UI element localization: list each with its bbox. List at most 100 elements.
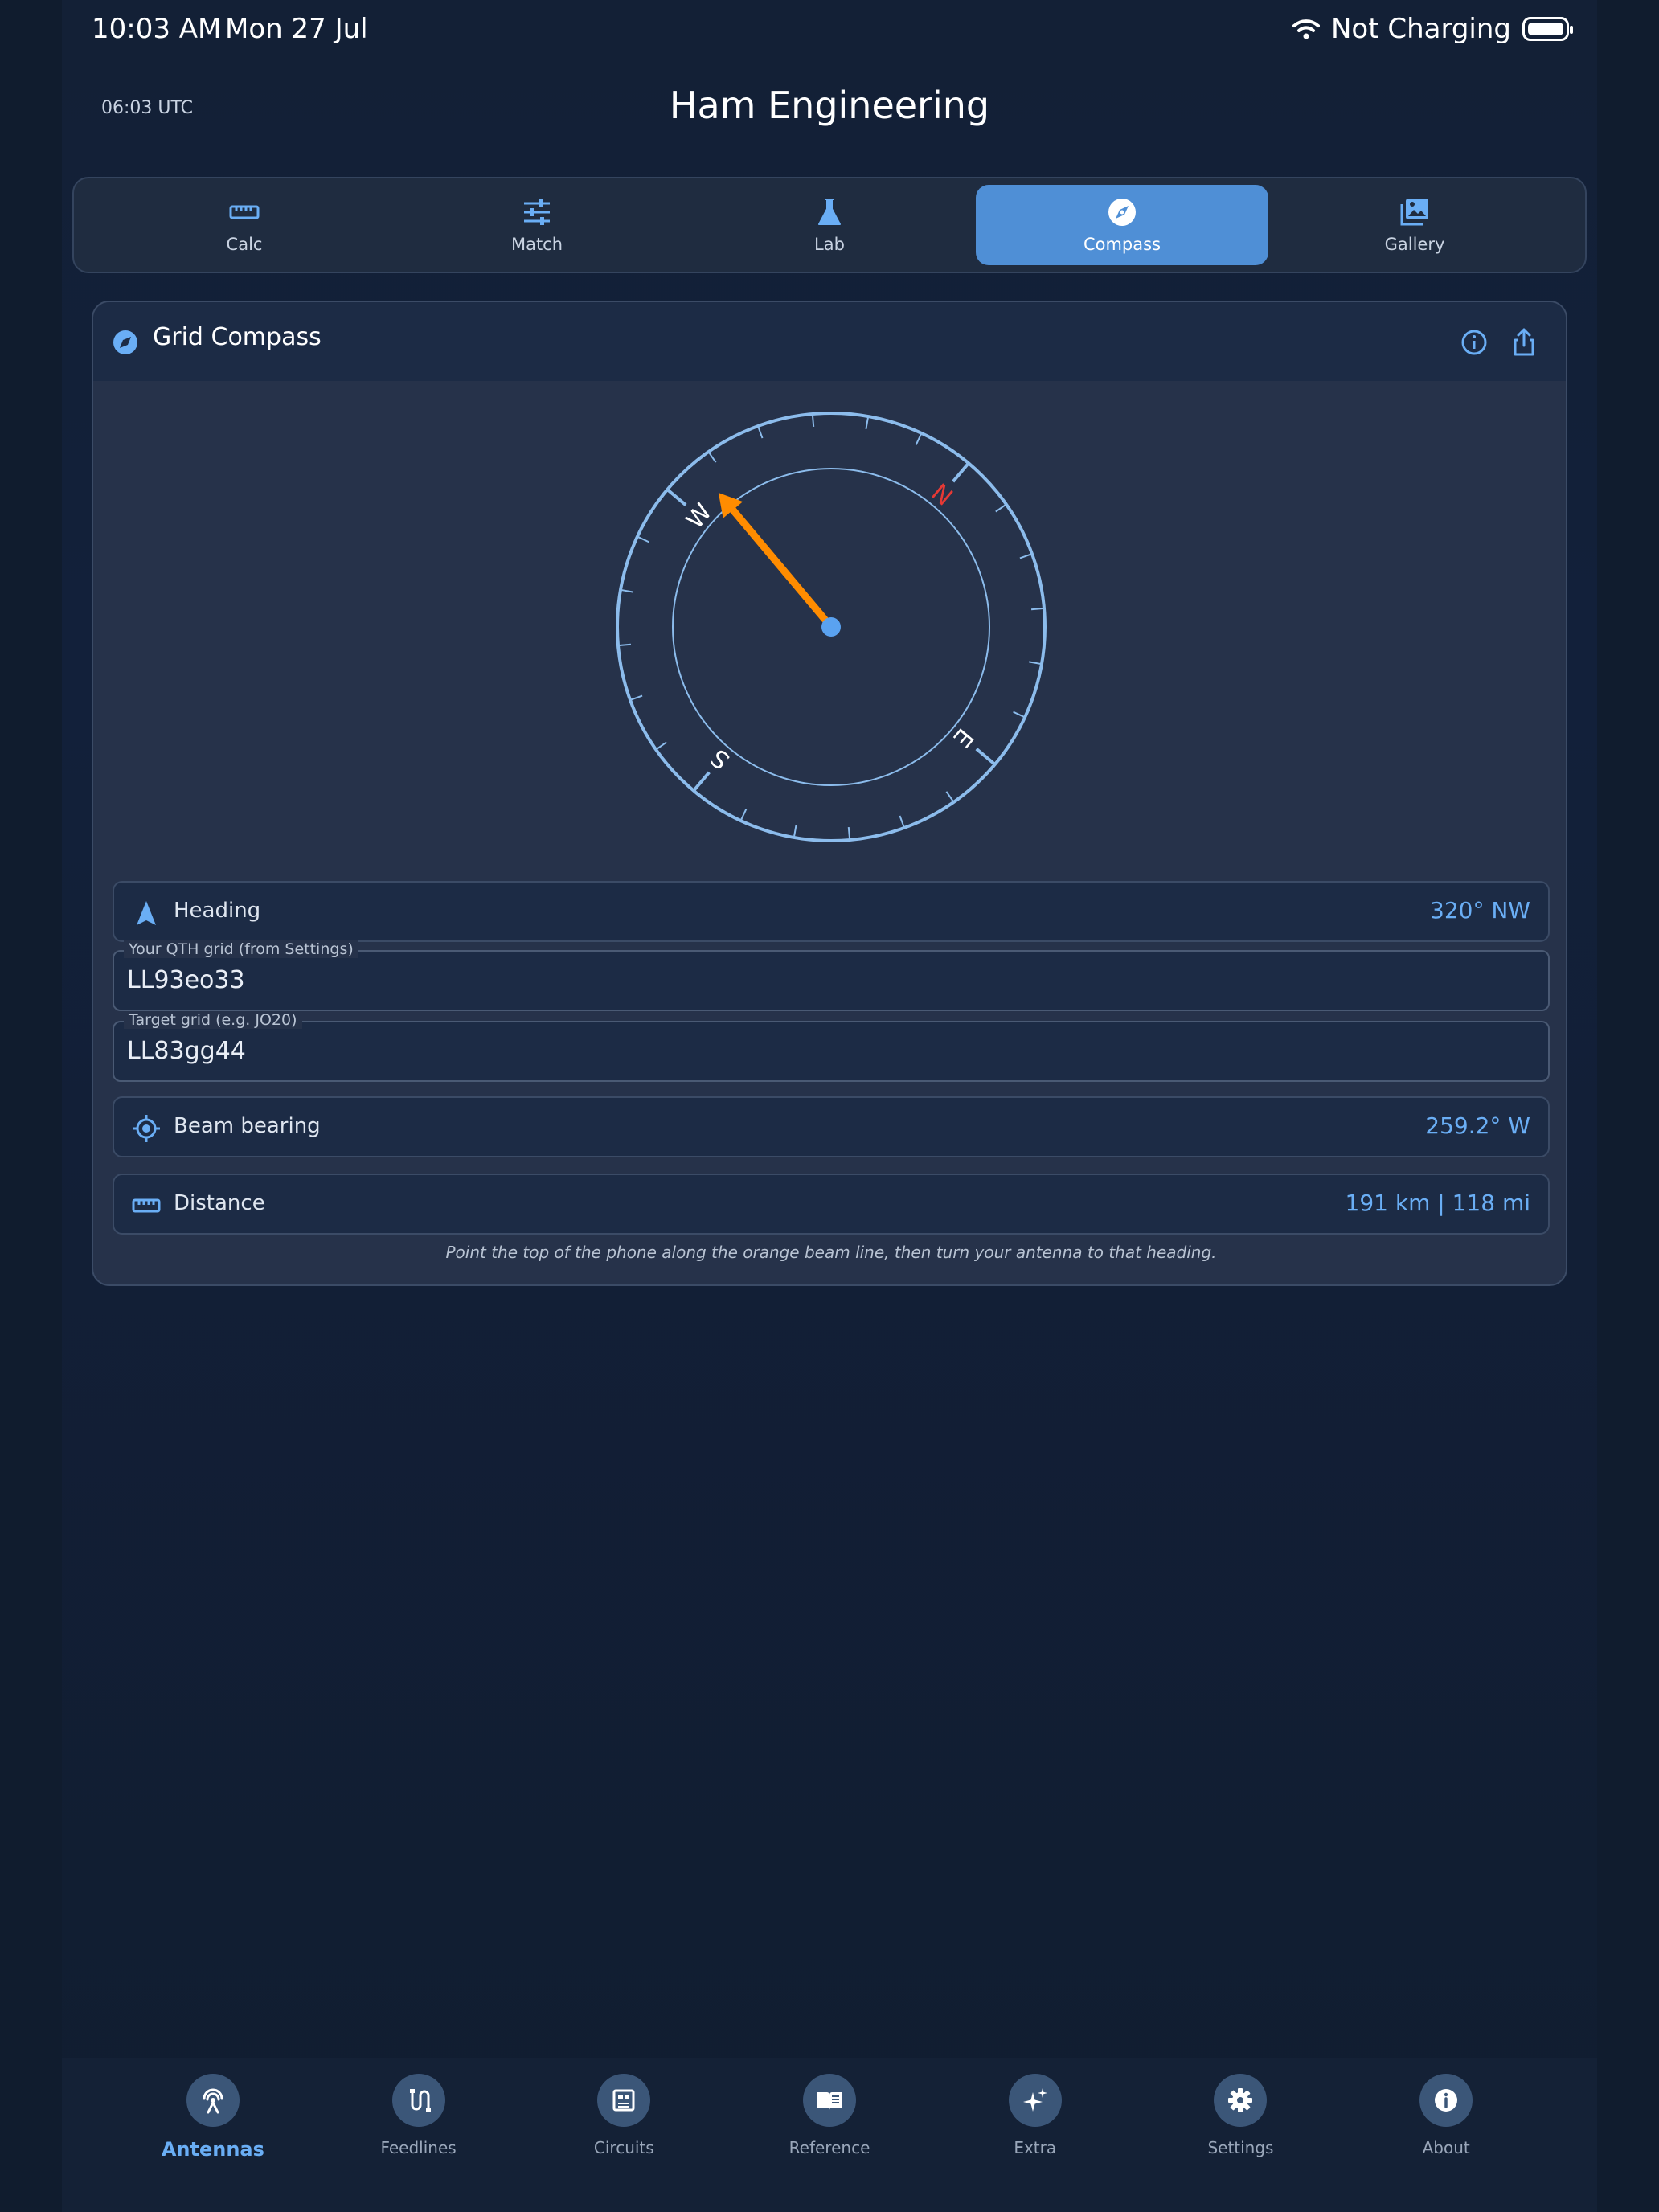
compass-tick — [637, 535, 649, 543]
nav-antennas[interactable]: Antennas — [110, 2058, 316, 2212]
heading-value: 320° NW — [1430, 897, 1530, 924]
ruler-icon — [132, 1198, 161, 1213]
compass-tick — [620, 588, 633, 593]
compass-tick — [739, 809, 748, 821]
compass-label-s: S — [706, 743, 735, 774]
instruction-hint: Point the top of the phone along the ora… — [445, 1243, 1217, 1262]
grid-compass-card: Grid Compass NESW Heading 320° NW Your Q… — [92, 301, 1567, 1286]
target-grid-legend: Target grid (e.g. JO20) — [124, 1011, 302, 1029]
nav-icon-bg — [1008, 2074, 1062, 2127]
compass-tick — [995, 503, 1007, 513]
compass-tick — [1029, 661, 1043, 666]
nav-settings[interactable]: Settings — [1138, 2058, 1344, 2212]
status-time: 10:03 AM — [92, 13, 222, 45]
nav-label: Circuits — [593, 2138, 654, 2157]
compass-tick — [692, 771, 711, 793]
tab-label: Lab — [814, 235, 845, 254]
compass-tick — [655, 741, 667, 751]
status-right: Not Charging — [1292, 13, 1573, 45]
nav-label: Feedlines — [380, 2138, 457, 2157]
info-icon — [1435, 2089, 1458, 2112]
compass-tick — [1013, 711, 1026, 719]
compass-tick — [952, 461, 970, 483]
qth-grid-field[interactable]: Your QTH grid (from Settings) LL93eo33 — [113, 940, 1550, 1011]
tab-gallery[interactable]: Gallery — [1268, 185, 1561, 265]
compass-tick — [793, 825, 797, 838]
nav-icon-bg — [1214, 2074, 1268, 2127]
feedline-icon — [409, 2089, 431, 2112]
nav-extra[interactable]: Extra — [932, 2058, 1138, 2212]
tab-lab[interactable]: Lab — [683, 185, 976, 265]
segmented-tabs: Calc Match Lab Compass Gallery — [72, 177, 1587, 273]
navigation-arrow-icon — [137, 901, 156, 925]
compass-tick — [975, 748, 997, 766]
tab-match[interactable]: Match — [391, 185, 683, 265]
compass-center-dot — [821, 617, 841, 637]
compass-tick — [629, 694, 643, 701]
nav-feedlines[interactable]: Feedlines — [316, 2058, 522, 2212]
crosshair-icon — [133, 1115, 160, 1142]
gallery-icon — [1400, 199, 1428, 226]
compass-tick — [865, 416, 870, 429]
beam-bearing-label: Beam bearing — [174, 1114, 321, 1138]
sliders-icon — [524, 199, 550, 225]
circuit-icon — [612, 2089, 635, 2112]
qth-grid-input[interactable]: LL93eo33 — [127, 966, 245, 994]
distance-row: Distance 191 km | 118 mi — [113, 1174, 1550, 1235]
nav-circuits[interactable]: Circuits — [521, 2058, 727, 2212]
tab-label: Gallery — [1384, 235, 1445, 254]
nav-label: Antennas — [161, 2138, 264, 2161]
compass-tick — [707, 451, 717, 463]
nav-label: Reference — [789, 2138, 870, 2157]
beam-line — [729, 506, 835, 631]
nav-icon-bg — [186, 2074, 240, 2127]
tab-compass[interactable]: Compass — [976, 185, 1268, 265]
nav-icon-bg — [391, 2074, 445, 2127]
battery-icon — [1522, 17, 1573, 41]
compass-tick — [899, 815, 905, 829]
page-title: Ham Engineering — [669, 84, 990, 127]
heading-row: Heading 320° NW — [113, 881, 1550, 942]
info-icon[interactable] — [1458, 326, 1490, 358]
tab-calc[interactable]: Calc — [98, 185, 391, 265]
nav-about[interactable]: About — [1343, 2058, 1549, 2212]
nav-label: Settings — [1207, 2138, 1274, 2157]
compass-label-e: E — [947, 723, 978, 752]
tab-label: Compass — [1083, 235, 1161, 254]
compass-label-n: N — [926, 478, 958, 511]
nav-label: About — [1422, 2138, 1470, 2157]
sparkle-icon — [1022, 2088, 1047, 2112]
distance-label: Distance — [174, 1191, 265, 1215]
card-title: Grid Compass — [153, 323, 322, 351]
distance-value: 191 km | 118 mi — [1345, 1190, 1530, 1216]
status-bar: 10:03 AM Mon 27 Jul Not Charging — [0, 0, 1659, 64]
nav-label: Extra — [1014, 2138, 1057, 2157]
ruler-icon — [229, 205, 260, 219]
target-grid-input[interactable]: LL83gg44 — [127, 1037, 246, 1065]
wifi-icon — [1292, 19, 1320, 39]
compass-tick — [666, 488, 687, 506]
compass-tick — [945, 791, 955, 803]
compass-icon — [1108, 199, 1136, 226]
heading-label: Heading — [174, 899, 261, 923]
compass-tick — [847, 826, 851, 841]
nav-icon-bg — [803, 2074, 857, 2127]
nav-icon-bg — [1419, 2074, 1473, 2127]
nav-icon-bg — [597, 2074, 651, 2127]
bottom-nav: Antennas Feedlines Circuits Reference Ex… — [62, 2058, 1597, 2212]
compass-icon — [113, 330, 137, 354]
beam-bearing-row: Beam bearing 259.2° W — [113, 1096, 1550, 1157]
compass-tick — [1019, 553, 1033, 559]
compass-tick — [915, 432, 923, 445]
compass-tick — [757, 425, 764, 439]
book-icon — [817, 2092, 842, 2110]
tab-label: Match — [510, 235, 563, 254]
nav-reference[interactable]: Reference — [727, 2058, 932, 2212]
flask-icon — [818, 199, 841, 225]
share-icon[interactable] — [1508, 326, 1540, 358]
status-date: Mon 27 Jul — [225, 13, 368, 45]
tab-label: Calc — [226, 235, 263, 254]
target-grid-field[interactable]: Target grid (e.g. JO20) LL83gg44 — [113, 1011, 1550, 1082]
beam-bearing-value: 259.2° W — [1425, 1112, 1530, 1139]
compass-tick — [1030, 607, 1045, 611]
